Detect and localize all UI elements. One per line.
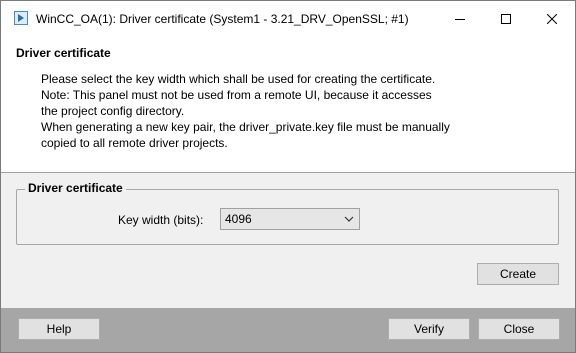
minimize-icon <box>455 19 465 20</box>
footer-bar: Help Verify Close <box>1 308 575 352</box>
title-bar[interactable]: WinCC_OA(1): Driver certificate (System1… <box>1 1 575 37</box>
main-panel: Driver certificate Key width (bits): 409… <box>1 173 575 308</box>
wincc-app-icon <box>14 11 28 25</box>
description-line: Please select the key width which shall … <box>41 72 436 86</box>
help-button[interactable]: Help <box>18 318 100 340</box>
maximize-icon <box>501 14 511 24</box>
key-width-label: Key width (bits): <box>118 213 204 227</box>
description-line: the project config directory. <box>41 104 185 118</box>
key-width-select[interactable]: 4096 <box>220 208 360 230</box>
description-line: When generating a new key pair, the driv… <box>41 120 450 134</box>
create-button[interactable]: Create <box>477 263 559 285</box>
description-line: copied to all remote driver projects. <box>41 136 228 150</box>
close-button[interactable]: Close <box>478 318 560 340</box>
group-title: Driver certificate <box>25 181 126 195</box>
window-title: WinCC_OA(1): Driver certificate (System1… <box>36 12 409 26</box>
dialog-window: WinCC_OA(1): Driver certificate (System1… <box>0 0 576 353</box>
header-panel: Driver certificate Please select the key… <box>1 37 575 172</box>
chevron-down-icon <box>344 216 354 222</box>
verify-button[interactable]: Verify <box>388 318 470 340</box>
description-line: Note: This panel must not be used from a… <box>41 88 432 102</box>
header-description: Please select the key width which shall … <box>41 71 541 151</box>
key-width-value: 4096 <box>225 212 252 226</box>
maximize-button[interactable] <box>483 1 529 37</box>
minimize-button[interactable] <box>437 1 483 37</box>
header-title: Driver certificate <box>16 46 111 60</box>
close-icon <box>547 14 557 24</box>
window-close-button[interactable] <box>529 1 575 37</box>
driver-certificate-group: Driver certificate Key width (bits): 409… <box>16 181 559 245</box>
